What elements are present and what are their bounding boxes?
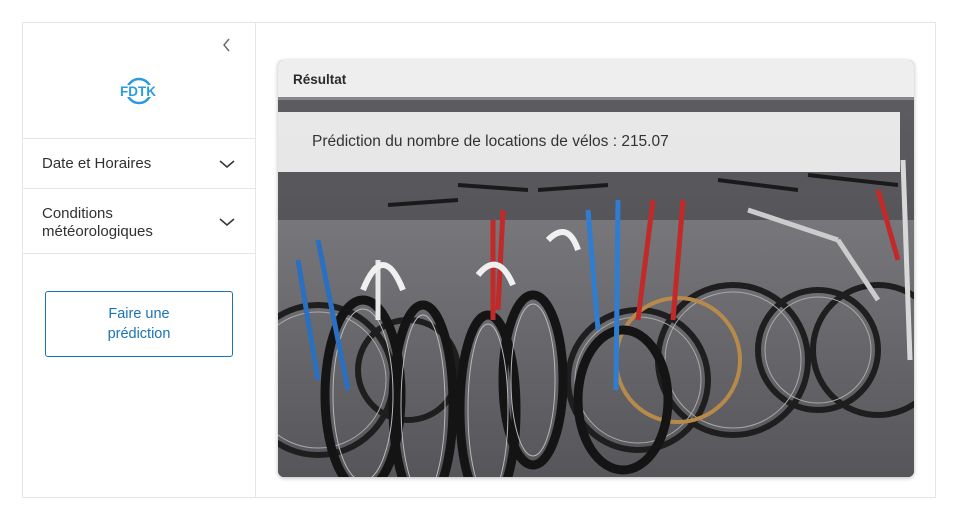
predict-button[interactable]: Faire une prédiction	[45, 291, 233, 357]
prediction-result: Prédiction du nombre de locations de vél…	[278, 112, 900, 172]
logo-mark: FDTK	[115, 77, 161, 105]
section-conditions-meteo[interactable]: Conditions météorologiques	[23, 188, 255, 254]
section-label: Conditions météorologiques	[42, 205, 153, 240]
chevron-left-icon	[223, 38, 230, 52]
chevron-down-icon	[219, 218, 235, 226]
section-date-horaires[interactable]: Date et Horaires	[23, 138, 255, 188]
chevron-down-icon	[219, 160, 235, 168]
collapse-sidebar-button[interactable]	[219, 37, 235, 53]
sidebar: FDTK Date et Horaires Conditions météoro…	[23, 23, 256, 497]
logo: FDTK	[115, 75, 161, 107]
logo-text: FDTK	[120, 84, 156, 99]
result-card: Résultat Prédiction du nombre de locatio…	[278, 60, 914, 477]
section-label: Date et Horaires	[42, 155, 152, 172]
prediction-text: Prédiction du nombre de locations de vél…	[312, 133, 669, 150]
card-header: Résultat	[278, 60, 914, 97]
app-window: FDTK Date et Horaires Conditions météoro…	[22, 22, 936, 498]
card-title: Résultat	[293, 72, 347, 87]
